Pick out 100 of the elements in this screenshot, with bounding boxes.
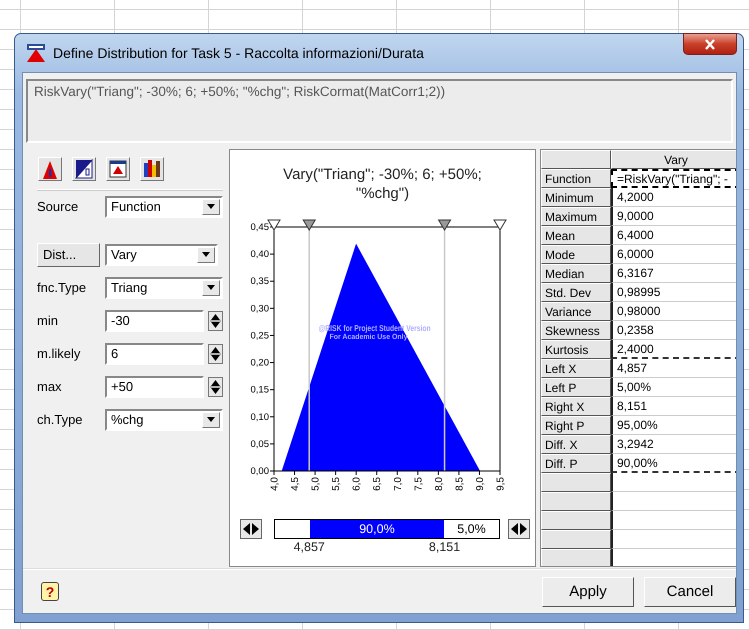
table-cell[interactable]: 9,0000 (611, 207, 736, 226)
x-tick-label: 6,0 (352, 477, 363, 491)
cutoff-handle[interactable] (493, 220, 507, 231)
middle-probability: 90,0% (310, 520, 444, 538)
x-tick-label: 5,5 (331, 477, 342, 491)
x-tick-label: 7,0 (392, 477, 404, 491)
row-header: Std. Dev (541, 283, 611, 302)
left-cutoff-value: 4,857 (294, 540, 325, 554)
x-tick-label: 4,0 (270, 477, 280, 491)
x-tick-label: 8,0 (434, 477, 445, 491)
row-header: Right P (541, 416, 611, 435)
app-icon (26, 43, 46, 63)
table-cell[interactable]: 3,2942 (611, 435, 736, 454)
row-header: Left X (541, 359, 611, 378)
toolbar-button[interactable] (106, 157, 130, 181)
cutoff-handle[interactable] (267, 220, 281, 231)
field-label: m.likely (37, 346, 82, 361)
dropdown[interactable]: Function (105, 196, 223, 218)
row-header: Skewness (541, 321, 611, 340)
row-header: Mode (541, 245, 611, 264)
formula-text: RiskVary("Triang"; -30%; 6; +50%; "%chg"; RiskCormat(MatCorr1;2)) (26, 79, 733, 143)
y-tick-label: 0,00 (250, 466, 269, 477)
table-cell[interactable]: 5,00% (611, 378, 736, 397)
table-cell[interactable]: 6,4000 (611, 226, 736, 245)
row-header: Median (541, 264, 611, 283)
field-label: fnc.Type (37, 280, 88, 295)
caret-icon (202, 252, 210, 257)
table-cell[interactable]: 95,00% (611, 416, 736, 435)
table-cell[interactable] (611, 511, 736, 530)
dialog-button[interactable]: Cancel (644, 576, 736, 606)
table-cell[interactable]: 0,98995 (611, 283, 736, 302)
x-tick-label: 9,0 (474, 477, 486, 491)
table-cell[interactable]: 8,151 (611, 397, 736, 416)
x-tick-label: 7,5 (413, 477, 424, 491)
y-tick-label: 0,30 (250, 303, 269, 314)
caret-icon (207, 285, 215, 290)
help-button[interactable]: ? (41, 582, 59, 601)
table-cell[interactable]: 0,98000 (611, 302, 736, 321)
input-field[interactable]: +50 (105, 376, 204, 398)
dropdown[interactable]: Triang (105, 276, 223, 298)
y-tick-label: 0,25 (250, 330, 269, 342)
spin-button[interactable] (208, 376, 223, 396)
table-cell[interactable] (611, 473, 736, 492)
table-cell[interactable] (611, 492, 736, 511)
dialog-button[interactable]: Apply (542, 576, 634, 606)
row-header: Diff. P (541, 454, 611, 473)
field-label: min (37, 313, 59, 328)
input-field[interactable]: 6 (105, 342, 204, 364)
right-cutoff-value: 8,151 (428, 540, 460, 554)
left-right-arrows-icon (242, 522, 260, 536)
window-chart-icon (109, 159, 127, 179)
cutoff-handle[interactable] (438, 220, 452, 231)
row-header: Mean (541, 226, 611, 245)
table-cell[interactable]: 4,2000 (611, 188, 736, 207)
spin-button[interactable] (208, 344, 223, 364)
y-tick-label: 0,10 (250, 412, 269, 423)
toolbar-button[interactable] (72, 157, 96, 181)
input-field[interactable]: -30 (105, 310, 204, 332)
x-tick-label: 8,5 (454, 477, 466, 491)
row-header: Kurtosis (541, 340, 611, 359)
field-label: Source (37, 199, 80, 214)
table-cell[interactable]: 0,2358 (611, 321, 736, 340)
table-cell[interactable]: 6,3167 (611, 264, 736, 283)
x-tick-label: 6,5 (372, 477, 384, 491)
column-header: Vary (611, 150, 736, 169)
toolbar-button[interactable] (140, 157, 164, 181)
row-header: Right X (541, 397, 611, 416)
x-tick-label: 9,5 (496, 477, 506, 491)
field-label: max (37, 379, 63, 394)
table-cell[interactable]: 4,857 (611, 359, 736, 378)
slider-arrow-button[interactable] (508, 519, 530, 539)
y-tick-label: 0,40 (250, 249, 269, 260)
slider-arrow-button[interactable] (240, 519, 262, 539)
row-header: Minimum (541, 188, 611, 207)
x-tick-label: 4,5 (290, 477, 302, 491)
row-header: Maximum (541, 207, 611, 226)
table-cell[interactable] (611, 530, 736, 549)
cutoff-handle[interactable] (302, 220, 316, 231)
y-tick-label: 0,05 (250, 438, 269, 450)
y-tick-label: 0,20 (250, 358, 269, 369)
table-cell[interactable]: 6,0000 (611, 245, 736, 264)
spin-button[interactable] (208, 310, 223, 330)
dropdown[interactable]: %chg (105, 408, 223, 430)
chart-title: Vary("Triang"; -30%; 6; +50%; "%chg") (282, 165, 483, 204)
dropdown[interactable]: Vary (105, 244, 218, 266)
bar-chart-icon (143, 159, 161, 179)
table-cell[interactable]: 90,00% (611, 454, 736, 473)
left-right-arrows-icon (510, 522, 528, 536)
caret-icon (207, 204, 215, 209)
probability-bar[interactable]: 90,0% 5,0% (274, 519, 500, 539)
row-header: Diff. X (541, 435, 611, 454)
table-cell[interactable]: =RiskVary("Triang"; - (611, 169, 736, 188)
dist-button[interactable]: Dist... (37, 242, 100, 266)
toolbar-button[interactable] (38, 157, 62, 181)
row-header: Variance (541, 302, 611, 321)
probability-icon (75, 159, 93, 179)
table-cell[interactable]: 2,4000 (611, 340, 736, 359)
close-button[interactable] (683, 33, 737, 55)
window-title: Define Distribution for Task 5 - Raccolta informazioni/Durata (53, 45, 425, 61)
x-tick-label: 5,0 (310, 477, 322, 491)
